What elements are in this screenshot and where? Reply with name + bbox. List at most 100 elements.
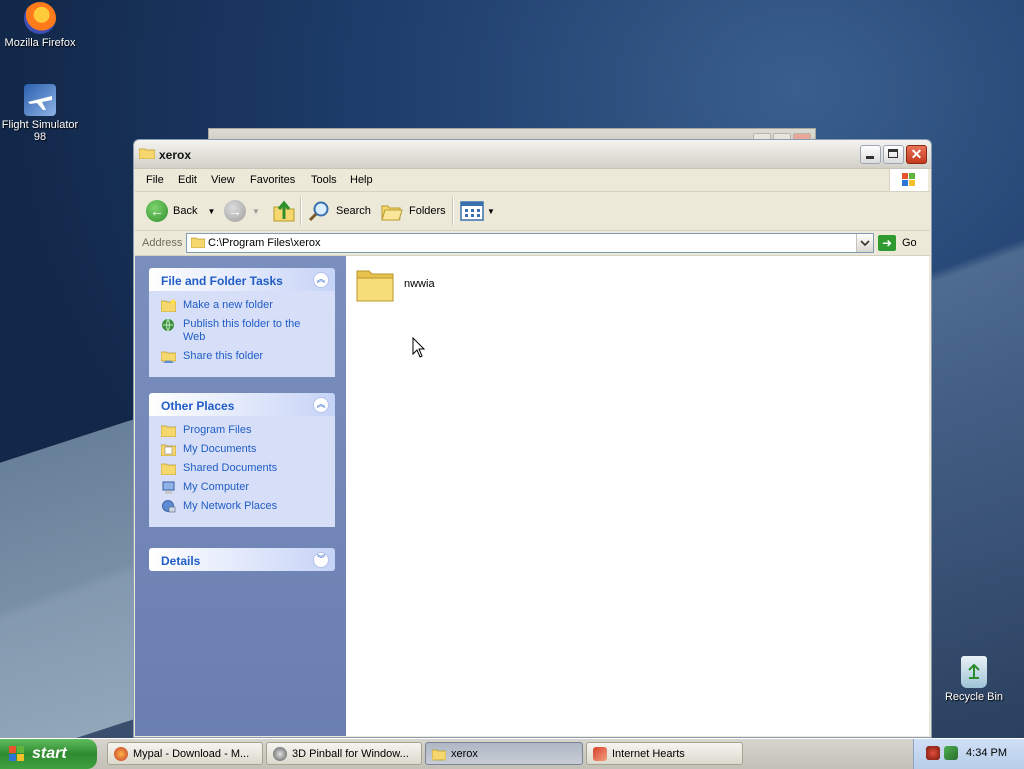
taskbar-button-label: Internet Hearts xyxy=(612,748,685,760)
task-pane: File and Folder Tasks ︽ Make a new folde… xyxy=(135,256,346,736)
panel-title: File and Folder Tasks xyxy=(161,274,283,288)
folder-item-label[interactable]: nwwia xyxy=(404,278,435,290)
close-button[interactable]: ✕ xyxy=(906,145,927,164)
up-folder-icon xyxy=(273,200,295,222)
address-label: Address xyxy=(142,237,183,249)
start-label: start xyxy=(32,745,67,762)
address-bar: Address C:\Program Files\xerox ➜ Go xyxy=(135,231,930,256)
folders-button[interactable]: Folders xyxy=(380,199,446,223)
file-folder-tasks-panel: File and Folder Tasks ︽ Make a new folde… xyxy=(149,268,335,377)
maximize-button[interactable] xyxy=(883,145,904,164)
place-program-files[interactable]: Program Files xyxy=(161,424,325,437)
forward-button[interactable]: → ▼ xyxy=(224,199,260,223)
publish-web-icon xyxy=(162,318,174,331)
menu-help[interactable]: Help xyxy=(350,174,373,186)
place-shared-documents[interactable]: Shared Documents xyxy=(161,462,325,475)
task-make-new-folder[interactable]: Make a new folder xyxy=(161,299,325,312)
place-my-network-places[interactable]: My Network Places xyxy=(161,500,325,513)
address-value: C:\Program Files\xerox xyxy=(208,237,321,249)
collapse-icon[interactable]: ︽ xyxy=(313,397,329,413)
close-icon: ✕ xyxy=(910,146,923,162)
other-places-panel: Other Places ︽ Program Files My Document… xyxy=(149,393,335,527)
window-title: xerox xyxy=(159,148,192,162)
panel-body: Make a new folder Publish this folder to… xyxy=(149,291,335,377)
minimize-icon xyxy=(866,156,874,159)
panel-header[interactable]: Other Places ︽ xyxy=(149,393,335,416)
up-folder-button[interactable] xyxy=(272,199,296,223)
desktop-icon-firefox[interactable]: Mozilla Firefox xyxy=(0,2,80,49)
task-publish-folder[interactable]: Publish this folder to the Web xyxy=(161,318,325,344)
share-folder-icon xyxy=(161,351,176,363)
taskbar-button-pinball[interactable]: 3D Pinball for Window... xyxy=(266,742,422,765)
task-label: Make a new folder xyxy=(183,299,273,311)
desktop-icon-flight-simulator[interactable]: Flight Simulator 98 xyxy=(0,84,80,143)
views-icon xyxy=(460,201,484,221)
back-label: Back xyxy=(173,205,198,217)
menu-file[interactable]: File xyxy=(146,174,164,186)
toolbar: ← Back ▼ → ▼ Search Folders ▼ xyxy=(135,192,930,231)
folder-icon xyxy=(191,237,205,248)
wallpaper-shape xyxy=(0,417,140,738)
folders-label: Folders xyxy=(409,205,446,217)
views-dropdown-icon: ▼ xyxy=(487,206,495,216)
new-folder-icon xyxy=(161,299,176,312)
taskbar-button-mypal[interactable]: Mypal - Download - M... xyxy=(107,742,263,765)
pinball-icon xyxy=(273,747,287,761)
recycle-bin-icon xyxy=(961,656,987,688)
taskbar-button-xerox[interactable]: xerox xyxy=(425,742,583,765)
menu-bar: File Edit View Favorites Tools Help xyxy=(135,169,930,192)
place-my-documents[interactable]: My Documents xyxy=(161,443,325,456)
taskbar-clock[interactable]: 4:34 PM xyxy=(966,747,1007,759)
place-label: Program Files xyxy=(183,424,252,436)
forward-dropdown-icon[interactable]: ▼ xyxy=(252,207,260,216)
collapse-icon[interactable]: ︽ xyxy=(313,272,329,288)
folder-icon xyxy=(139,148,155,159)
place-label: My Documents xyxy=(183,443,257,455)
desktop-icon-recycle-bin[interactable]: Recycle Bin xyxy=(934,656,1014,703)
go-label: Go xyxy=(902,237,917,249)
search-label: Search xyxy=(336,205,371,217)
flight-simulator-icon xyxy=(24,84,56,116)
network-icon[interactable] xyxy=(944,746,958,760)
firefox-icon xyxy=(24,2,56,34)
forward-arrow-icon: → xyxy=(224,200,246,222)
back-dropdown-icon[interactable]: ▼ xyxy=(207,207,215,216)
panel-title: Other Places xyxy=(161,399,235,413)
menu-view[interactable]: View xyxy=(211,174,235,186)
toolbar-separator xyxy=(452,197,454,225)
task-share-folder[interactable]: Share this folder xyxy=(161,350,325,363)
window-titlebar[interactable]: xerox ✕ xyxy=(134,140,931,169)
my-documents-icon xyxy=(161,444,176,456)
desktop-icon-label: Recycle Bin xyxy=(944,691,1004,703)
address-dropdown-button[interactable] xyxy=(856,234,873,252)
task-label: Publish this folder to the Web xyxy=(183,318,301,343)
windows-logo xyxy=(889,169,928,191)
desktop-icon-label: Mozilla Firefox xyxy=(4,37,76,49)
file-list-area[interactable]: nwwia xyxy=(346,256,929,736)
taskbar-button-label: xerox xyxy=(451,748,478,760)
go-button[interactable]: ➜ Go xyxy=(878,233,928,253)
folder-icon[interactable] xyxy=(356,266,394,302)
panel-header[interactable]: Details ︾ xyxy=(149,548,335,571)
minimize-button[interactable] xyxy=(860,145,881,164)
start-button[interactable]: start xyxy=(0,739,97,769)
place-label: My Network Places xyxy=(183,500,278,512)
menu-favorites[interactable]: Favorites xyxy=(250,174,295,186)
address-input[interactable]: C:\Program Files\xerox xyxy=(186,233,874,253)
views-button[interactable]: ▼ xyxy=(460,199,495,223)
place-my-computer[interactable]: My Computer xyxy=(161,481,325,494)
back-button[interactable]: ← Back ▼ xyxy=(146,199,215,223)
menu-tools[interactable]: Tools xyxy=(311,174,337,186)
folder-icon xyxy=(161,425,176,437)
expand-icon[interactable]: ︾ xyxy=(313,552,329,568)
details-panel: Details ︾ xyxy=(149,548,335,571)
desktop: Mozilla Firefox Flight Simulator 98 Recy… xyxy=(0,0,1024,738)
taskbar-button-label: 3D Pinball for Window... xyxy=(292,748,409,760)
folder-icon xyxy=(161,463,176,475)
taskbar-button-internet-hearts[interactable]: Internet Hearts xyxy=(586,742,743,765)
search-button[interactable]: Search xyxy=(307,199,371,223)
search-icon xyxy=(308,201,329,222)
panel-header[interactable]: File and Folder Tasks ︽ xyxy=(149,268,335,291)
security-shield-icon[interactable] xyxy=(926,746,940,760)
menu-edit[interactable]: Edit xyxy=(178,174,197,186)
